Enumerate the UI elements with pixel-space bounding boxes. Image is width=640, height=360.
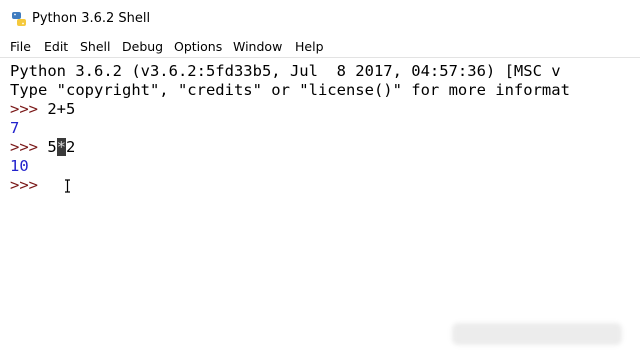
python-logo-icon xyxy=(12,12,26,26)
input-code: 2+5 xyxy=(47,100,76,118)
menu-edit[interactable]: Edit xyxy=(44,39,68,55)
menu-shell[interactable]: Shell xyxy=(80,39,111,55)
shell-input-line: >>> 5*2 xyxy=(10,138,75,157)
input-code: 2 xyxy=(66,138,76,156)
menu-debug[interactable]: Debug xyxy=(122,39,163,55)
banner-version-line: Python 3.6.2 (v3.6.2:5fd33b5, Jul 8 2017… xyxy=(10,62,561,80)
menu-window[interactable]: Window xyxy=(233,39,282,55)
output-line: 10 xyxy=(10,157,29,175)
menu-options[interactable]: Options xyxy=(174,39,222,55)
text-cursor-icon xyxy=(65,179,70,193)
shell-text-area[interactable]: Python 3.6.2 (v3.6.2:5fd33b5, Jul 8 2017… xyxy=(0,58,640,360)
window-title: Python 3.6.2 Shell xyxy=(32,11,151,26)
shell-input-line: >>> 2+5 xyxy=(10,100,75,119)
input-code: 5 xyxy=(47,138,57,156)
menu-bar: File Edit Shell Debug Options Window Hel… xyxy=(0,37,640,58)
selected-text: * xyxy=(56,138,67,156)
title-bar[interactable]: Python 3.6.2 Shell xyxy=(0,0,640,36)
output-line: 7 xyxy=(10,119,20,137)
prompt: >>> xyxy=(10,100,48,118)
current-input-line[interactable]: >>> xyxy=(10,176,47,195)
menu-help[interactable]: Help xyxy=(295,39,324,55)
banner-info-line: Type "copyright", "credits" or "license(… xyxy=(10,81,570,99)
watermark xyxy=(452,323,622,345)
menu-file[interactable]: File xyxy=(10,39,31,55)
prompt: >>> xyxy=(10,138,48,156)
prompt: >>> xyxy=(10,176,48,194)
